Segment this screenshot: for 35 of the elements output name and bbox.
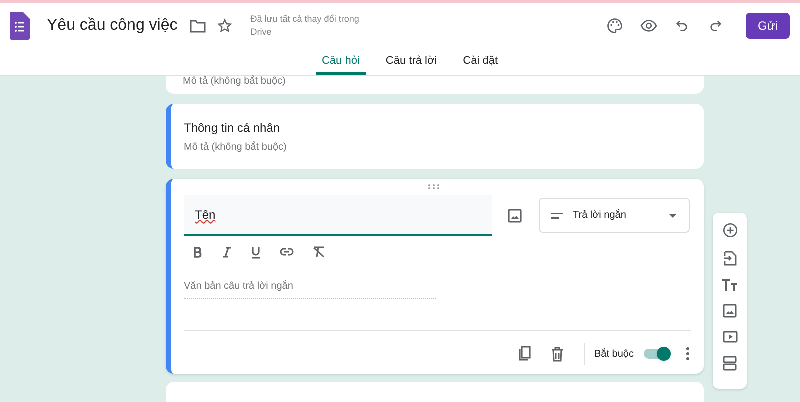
add-icon[interactable]: [722, 223, 738, 238]
link-icon[interactable]: [280, 248, 294, 256]
tab[interactable]: Câu trả lời: [380, 48, 444, 75]
description-placeholder[interactable]: Mô tả (không bắt buộc): [184, 142, 704, 154]
short-text-icon: [551, 212, 563, 218]
video-icon[interactable]: [722, 331, 738, 343]
section-title[interactable]: Thông tin cá nhân: [184, 121, 704, 135]
send-button[interactable]: Gửi: [746, 12, 790, 38]
trash-icon[interactable]: [550, 346, 564, 362]
answer-field: Văn bản câu trả lời ngắn: [184, 279, 436, 299]
image-icon[interactable]: [723, 304, 737, 318]
required-label: Bắt buộc: [594, 347, 634, 362]
palette-icon[interactable]: [606, 16, 624, 34]
underline-icon[interactable]: [251, 246, 261, 258]
question-title-field[interactable]: Tên: [184, 195, 492, 236]
clear-formatting-icon[interactable]: [313, 246, 325, 258]
tab[interactable]: Cài đặt: [457, 48, 504, 75]
star-icon[interactable]: [216, 18, 233, 34]
caret-icon: [669, 214, 677, 218]
bold-icon[interactable]: [193, 246, 203, 258]
drag-handle-icon[interactable]: [428, 184, 440, 190]
italic-icon[interactable]: [222, 246, 232, 258]
copy-icon[interactable]: [516, 346, 531, 362]
save-status: Đã lưu tất cả thay đổi trong Drive: [250, 12, 360, 38]
more-options-icon[interactable]: [686, 347, 690, 361]
text-size-icon[interactable]: [722, 279, 738, 291]
required-toggle[interactable]: [644, 347, 671, 361]
import-icon[interactable]: [724, 251, 736, 266]
section-icon[interactable]: [723, 356, 737, 371]
form-title[interactable]: Yêu cầu công việc: [47, 14, 178, 38]
description-placeholder[interactable]: Mô tả (không bắt buộc): [183, 76, 704, 88]
folder-icon[interactable]: [190, 18, 206, 32]
forms-logo-icon[interactable]: [10, 12, 30, 40]
image-icon[interactable]: [508, 208, 522, 222]
question-type-dropdown[interactable]: Trả lời ngắn: [539, 198, 690, 233]
